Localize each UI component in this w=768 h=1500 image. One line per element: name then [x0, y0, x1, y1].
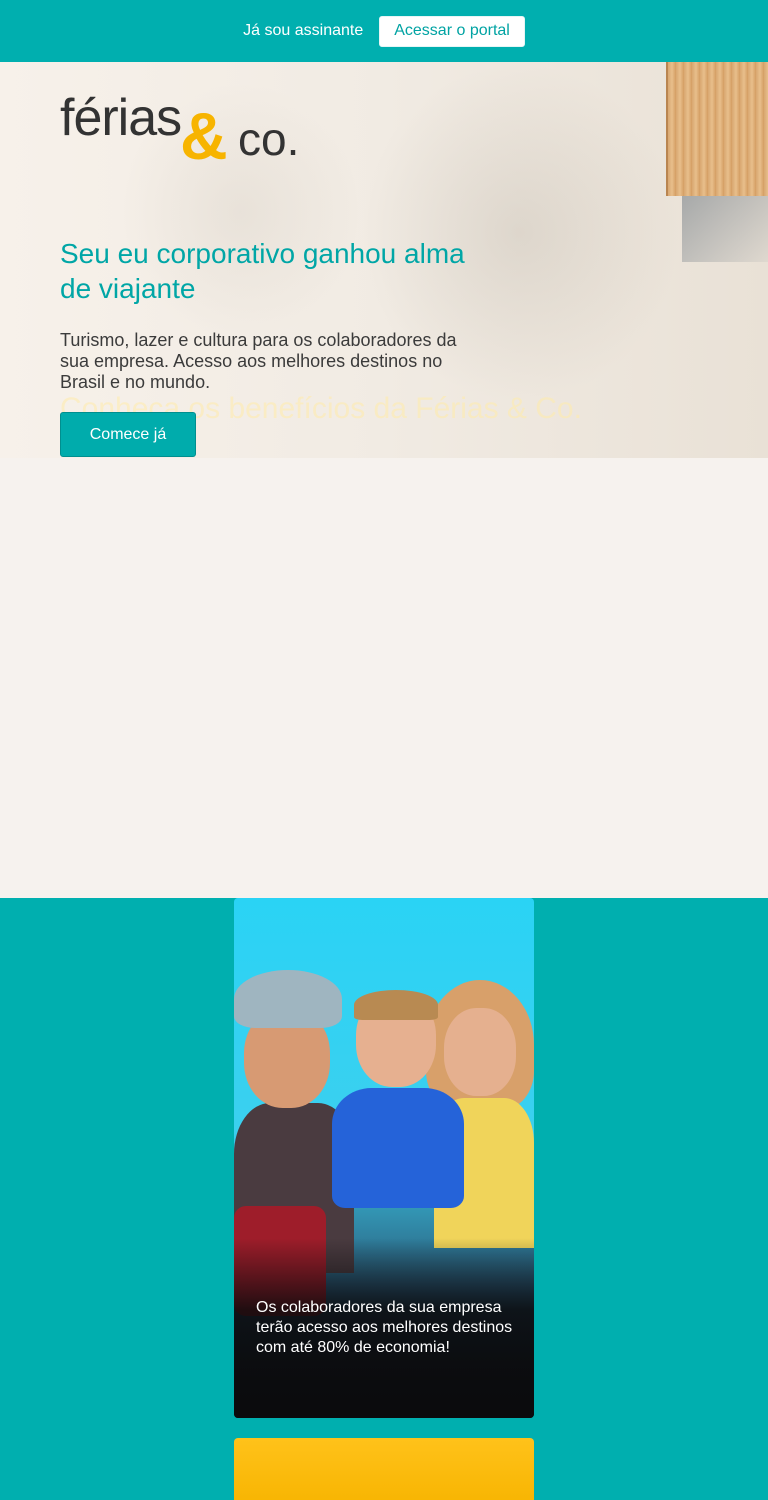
- logo-co: co.: [238, 113, 300, 165]
- beach-chair-shadow: [682, 196, 768, 262]
- family-photo-child: [332, 1088, 464, 1208]
- family-photo-child-hair: [354, 990, 438, 1020]
- access-portal-button[interactable]: Acessar o portal: [379, 15, 525, 47]
- get-started-button[interactable]: Comece já: [60, 412, 196, 457]
- benefit-card-yellow: [234, 1438, 534, 1500]
- top-bar: Já sou assinante Acessar o portal: [0, 0, 768, 62]
- beach-chair-image: [666, 62, 768, 196]
- hero-subtext: Turismo, lazer e cultura para os colabor…: [60, 330, 457, 392]
- benefit-card-text: Os colaboradores da sua empresa terão ac…: [256, 1299, 513, 1356]
- benefit-card-family: Os colaboradores da sua empresa terão ac…: [234, 898, 534, 1418]
- logo-word: férias: [60, 89, 182, 147]
- family-photo-mother-face: [444, 1008, 516, 1096]
- subscriber-text: Já sou assinante: [243, 22, 364, 39]
- logo-ampersand: &: [180, 99, 228, 173]
- family-photo-hat: [234, 970, 342, 1028]
- hero-headline: Seu eu corporativo ganhou alma de viajan…: [60, 238, 465, 304]
